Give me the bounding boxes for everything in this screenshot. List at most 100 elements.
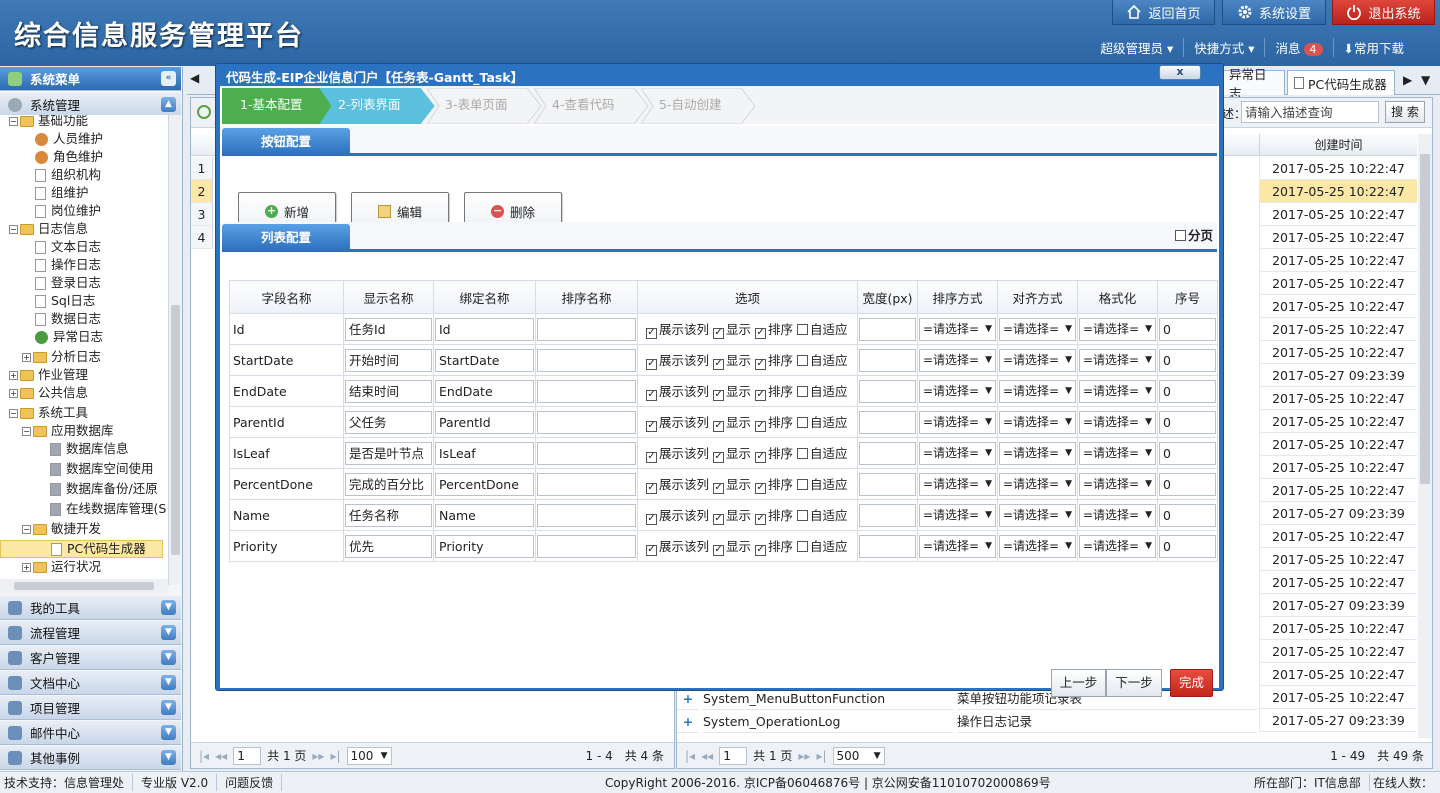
tree-node[interactable]: − 基础功能	[9, 115, 88, 130]
option-checkbox[interactable]: ✓ 排序	[755, 536, 793, 556]
expand-panel-icon[interactable]: ▼	[161, 625, 176, 640]
checkbox[interactable]	[797, 448, 809, 459]
bind-name-input[interactable]: EndDate	[435, 379, 534, 403]
width-input[interactable]	[859, 317, 916, 341]
prev-step-button[interactable]: 上一步	[1051, 669, 1106, 697]
expand-panel-icon[interactable]: ▼	[161, 700, 176, 715]
option-checkbox[interactable]: ✓ 排序	[755, 474, 793, 494]
sidebar-panel[interactable]: 我的工具 ▼	[0, 596, 181, 620]
search-button[interactable]: 搜 索	[1385, 101, 1425, 123]
bind-name-input[interactable]: Name	[435, 503, 534, 527]
align-select[interactable]: =请选择=	[999, 379, 1076, 403]
align-select[interactable]: =请选择=	[999, 317, 1076, 341]
option-checkbox[interactable]: ✓ 展示该列	[646, 443, 709, 463]
checkbox[interactable]	[797, 541, 809, 552]
sidebar-panel[interactable]: 流程管理 ▼	[0, 621, 181, 645]
checkbox[interactable]: ✓	[646, 421, 657, 432]
align-select[interactable]: =请选择=	[999, 472, 1076, 496]
refresh-icon[interactable]	[197, 105, 211, 119]
tree-node[interactable]: 人员维护	[35, 130, 103, 148]
page-input[interactable]: 1	[233, 746, 262, 765]
expand-panel-icon[interactable]: ▼	[161, 650, 176, 665]
option-checkbox[interactable]: ✓ 显示	[713, 536, 751, 556]
grid-scrollbar[interactable]	[1418, 134, 1432, 738]
user-menu[interactable]: 超级管理员 ▾	[1090, 38, 1183, 57]
option-checkbox[interactable]: ✓ 展示该列	[646, 381, 709, 401]
display-name-input[interactable]: 开始时间	[345, 348, 432, 372]
option-checkbox[interactable]: 自适应	[797, 381, 848, 400]
tree-node[interactable]: + 运行状况	[22, 558, 101, 576]
expand-panel-icon[interactable]: ▼	[161, 600, 176, 615]
option-checkbox[interactable]: 自适应	[797, 536, 848, 555]
expand-toggle-icon[interactable]: −	[9, 116, 18, 126]
order-input[interactable]: 0	[1159, 379, 1216, 403]
width-input[interactable]	[859, 534, 916, 558]
tree-horizontal-scrollbar[interactable]	[0, 579, 168, 593]
option-checkbox[interactable]: ✓ 显示	[713, 505, 751, 525]
option-checkbox[interactable]: ✓ 展示该列	[646, 319, 709, 339]
tree-node[interactable]: − 敏捷开发	[22, 520, 101, 538]
scroll-thumb[interactable]	[14, 582, 154, 590]
checkbox[interactable]: ✓	[755, 514, 767, 525]
sort-name-input[interactable]	[537, 317, 636, 341]
order-input[interactable]: 0	[1159, 472, 1216, 496]
tree-node[interactable]: 角色维护	[35, 148, 103, 166]
display-name-input[interactable]: 结束时间	[345, 379, 432, 403]
format-select[interactable]: =请选择=	[1079, 503, 1156, 527]
option-checkbox[interactable]: ✓ 显示	[713, 381, 751, 401]
bind-name-input[interactable]: StartDate	[435, 348, 534, 372]
checkbox[interactable]	[797, 417, 809, 428]
format-select[interactable]: =请选择=	[1079, 472, 1156, 496]
expand-toggle-icon[interactable]: +	[9, 388, 18, 398]
checkbox[interactable]	[797, 355, 809, 366]
tab-exception-log[interactable]: 异常日志	[1222, 67, 1285, 101]
expand-toggle-icon[interactable]: −	[9, 408, 18, 418]
tree-node[interactable]: 操作日志	[35, 256, 101, 274]
page-size-select[interactable]: 500	[832, 746, 885, 765]
tree-node[interactable]: 登录日志	[35, 274, 101, 292]
checkbox[interactable]: ✓	[646, 483, 657, 494]
sort-mode-select[interactable]: =请选择=	[919, 534, 996, 558]
format-select[interactable]: =请选择=	[1079, 348, 1156, 372]
close-button[interactable]: x	[1159, 65, 1201, 80]
tree-node[interactable]: 数据库空间使用	[50, 460, 154, 478]
tree-node[interactable]: − 系统工具	[9, 404, 88, 422]
option-checkbox[interactable]: ✓ 排序	[755, 319, 793, 339]
tree-node[interactable]: 在线数据库管理(S	[50, 500, 166, 518]
option-checkbox[interactable]: ✓ 排序	[755, 443, 793, 463]
sort-name-input[interactable]	[537, 503, 636, 527]
tree-node[interactable]: − 应用数据库	[22, 422, 114, 440]
bind-name-input[interactable]: Priority	[435, 534, 534, 558]
checkbox[interactable]: ✓	[755, 421, 767, 432]
next-step-button[interactable]: 下一步	[1106, 669, 1162, 697]
expand-row-icon[interactable]: +	[677, 710, 699, 733]
sort-name-input[interactable]	[537, 348, 636, 372]
option-checkbox[interactable]: 自适应	[797, 319, 848, 338]
prev-page-icon[interactable]: ◂◂	[215, 749, 227, 763]
width-input[interactable]	[859, 379, 916, 403]
checkbox[interactable]: ✓	[755, 359, 767, 370]
checkbox[interactable]: ✓	[646, 390, 657, 401]
scroll-thumb[interactable]	[171, 305, 180, 555]
checkbox[interactable]	[797, 510, 809, 521]
checkbox[interactable]: ✓	[755, 545, 767, 556]
option-checkbox[interactable]: ✓ 显示	[713, 319, 751, 339]
order-input[interactable]: 0	[1159, 348, 1216, 372]
option-checkbox[interactable]: 自适应	[797, 412, 848, 431]
sidebar-panel[interactable]: 客户管理 ▼	[0, 646, 181, 670]
wizard-step[interactable]: 5-自动创建	[641, 88, 759, 124]
option-checkbox[interactable]: 自适应	[797, 350, 848, 369]
sort-mode-select[interactable]: =请选择=	[919, 379, 996, 403]
checkbox[interactable]: ✓	[755, 328, 767, 339]
tree-node[interactable]: 组维护	[35, 184, 89, 202]
sort-name-input[interactable]	[537, 410, 636, 434]
sort-mode-select[interactable]: =请选择=	[919, 472, 996, 496]
display-name-input[interactable]: 父任务	[345, 410, 432, 434]
sort-name-input[interactable]	[537, 379, 636, 403]
tree-node[interactable]: PC代码生成器	[0, 540, 163, 558]
feedback-link[interactable]: 问题反馈	[217, 774, 283, 791]
tree-node[interactable]: 岗位维护	[35, 202, 101, 220]
option-checkbox[interactable]: ✓ 展示该列	[646, 350, 709, 370]
wizard-step[interactable]: 4-查看代码	[534, 88, 652, 124]
tree-node[interactable]: 组织机构	[35, 166, 101, 184]
